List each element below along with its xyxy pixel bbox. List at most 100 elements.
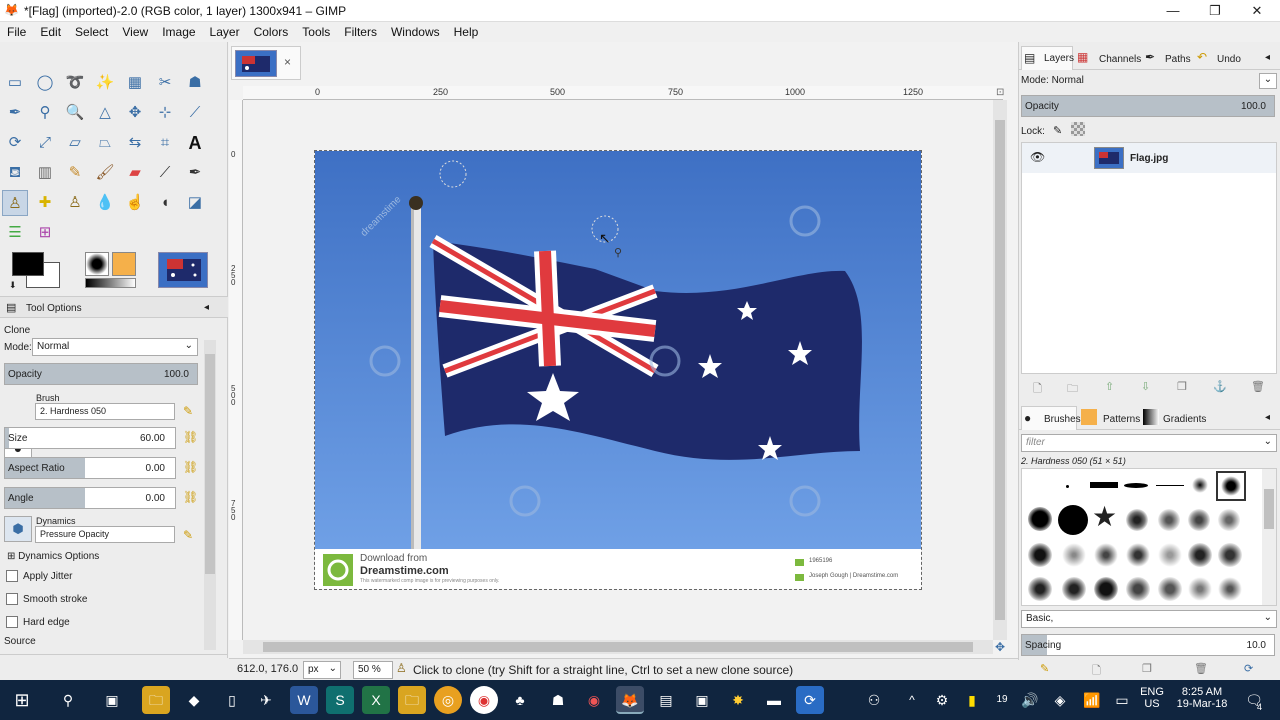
mode-select[interactable]: Normal ⌄ [32, 338, 198, 356]
lock-pixels-icon[interactable]: ✎ [1053, 124, 1062, 137]
menu-edit[interactable]: Edit [33, 22, 68, 39]
brush-item-selected[interactable] [1216, 471, 1246, 501]
scissors-icon[interactable]: ✂ [152, 70, 178, 96]
unified-transform-icon[interactable]: ◪ [182, 190, 208, 216]
opacity-slider[interactable]: Opacity 100.0 [4, 363, 198, 385]
tray-icon[interactable]: ▮ [958, 686, 986, 714]
brush-preset-select[interactable]: Basic, ⌄ [1021, 610, 1277, 628]
layer-name[interactable]: Flag.jpg [1130, 153, 1168, 164]
tool-options-scrollbar[interactable] [204, 340, 216, 650]
size-slider[interactable]: Size 60.00 [4, 427, 176, 449]
brush-item[interactable] [1062, 543, 1086, 567]
tab-channels[interactable]: ▦ Channels [1075, 46, 1141, 70]
brush-item[interactable] [1094, 543, 1118, 567]
mode-dropdown-icon[interactable]: ⌄ [1259, 73, 1277, 89]
tray-icon[interactable]: ⚙ [928, 686, 956, 714]
blend-icon[interactable]: ▥ [32, 160, 58, 186]
app-icon[interactable]: ◎ [434, 686, 462, 714]
minimize-button[interactable]: — [1150, 0, 1196, 22]
solitaire-icon[interactable]: ♣ [506, 686, 534, 714]
brush-grid-scrollbar[interactable] [1262, 469, 1276, 605]
new-brush-icon[interactable]: 🗋 [1092, 662, 1101, 681]
layer-opacity-slider[interactable]: Opacity 100.0 [1021, 95, 1275, 117]
spacing-slider[interactable]: Spacing 10.0 [1021, 634, 1275, 656]
menu-layer[interactable]: Layer [203, 22, 247, 39]
start-button[interactable]: ⊞ [8, 686, 36, 714]
ink-icon[interactable]: ✒ [182, 160, 208, 186]
brush-item[interactable] [1028, 577, 1052, 601]
gradient-preview[interactable] [85, 278, 136, 288]
refresh-brushes-icon[interactable]: ⟳ [1244, 662, 1253, 675]
heal-icon[interactable]: ✚ [32, 190, 58, 216]
excel-icon[interactable]: X [362, 686, 390, 714]
word-icon[interactable]: W [290, 686, 318, 714]
app-icon[interactable]: ✸ [724, 686, 752, 714]
dynamics-field[interactable]: Pressure Opacity [35, 526, 175, 543]
lock-alpha-icon[interactable] [1071, 122, 1085, 136]
new-layer-icon[interactable]: 🗋 [1033, 380, 1042, 399]
menu-view[interactable]: View [115, 22, 155, 39]
notifications-icon[interactable]: 🗨 [1240, 686, 1268, 714]
brush-item[interactable] [1058, 505, 1088, 535]
menu-windows[interactable]: Windows [384, 22, 447, 39]
move-icon[interactable]: ✥ [122, 100, 148, 126]
tab-brushes[interactable]: ● Brushes [1021, 406, 1081, 430]
perspective-icon[interactable]: ⏢ [92, 130, 118, 156]
edit-dynamics-icon[interactable]: ✎ [183, 528, 193, 542]
brush-item[interactable] [1218, 543, 1242, 567]
reset-size-icon[interactable]: ⛓ [183, 430, 198, 444]
brush-item[interactable] [1158, 577, 1182, 601]
dynamics-selector[interactable]: ⬢ [4, 516, 32, 542]
menu-colors[interactable]: Colors [247, 22, 296, 39]
wifi-icon[interactable]: 📶 [1078, 686, 1106, 714]
app-icon[interactable]: ◆ [180, 686, 208, 714]
dodge-burn-icon[interactable]: ◖ [152, 190, 178, 216]
smooth-stroke-checkbox[interactable] [6, 593, 18, 605]
brush-item[interactable] [1158, 509, 1180, 531]
skype-icon[interactable]: S [326, 686, 354, 714]
app-icon[interactable]: ☗ [544, 686, 572, 714]
show-hidden-icons[interactable]: ^ [898, 686, 926, 714]
image-canvas[interactable]: Download from Dreamstime.com This waterm… [314, 150, 922, 590]
brush-item[interactable] [1028, 543, 1052, 567]
chrome-icon[interactable]: ◉ [470, 686, 498, 714]
people-icon[interactable]: ⚇ [860, 686, 888, 714]
delete-layer-icon[interactable]: 🗑 [1251, 380, 1265, 393]
language-indicator[interactable]: ENG US [1138, 686, 1166, 710]
brush-item[interactable]: ★ [1092, 501, 1117, 533]
menu-image[interactable]: Image [155, 22, 202, 39]
dropbox-icon[interactable]: ◈ [1046, 686, 1074, 714]
hard-edge-checkbox[interactable] [6, 616, 18, 628]
anchor-layer-icon[interactable]: ⚓ [1213, 380, 1227, 393]
brush-item[interactable] [1126, 509, 1148, 531]
menu-tools[interactable]: Tools [295, 22, 337, 39]
active-image-thumbnail[interactable] [158, 252, 208, 288]
reset-aspect-icon[interactable]: ⛓ [183, 460, 198, 474]
app-icon[interactable]: ▣ [688, 686, 716, 714]
image-tab[interactable]: × [231, 46, 301, 80]
clone-icon[interactable]: ♙ [2, 190, 28, 216]
brush-item[interactable] [1192, 477, 1208, 493]
align-icon[interactable]: ⊹ [152, 100, 178, 126]
edit-brush-icon[interactable]: ✎ [183, 404, 193, 418]
phone-icon[interactable]: ▯ [218, 686, 246, 714]
maximize-button[interactable]: ❐ [1192, 0, 1238, 22]
fuzzy-select-icon[interactable]: ✨ [92, 70, 118, 96]
tab-paths[interactable]: ✒ Paths [1143, 46, 1195, 70]
search-icon[interactable]: ⚲ [54, 686, 82, 714]
shear-icon[interactable]: ▱ [62, 130, 88, 156]
rect-select-icon[interactable]: ▭ [2, 70, 28, 96]
brush-item[interactable] [1156, 485, 1184, 486]
app-icon[interactable]: ✈ [252, 686, 280, 714]
foreground-select-icon[interactable]: ☗ [182, 70, 208, 96]
brush-field[interactable]: 2. Hardness 050 [35, 403, 175, 420]
handle-transform-icon[interactable]: ⊞ [32, 220, 58, 246]
file-explorer-icon[interactable]: 🗀 [142, 686, 170, 714]
paths-icon[interactable]: ✒ [2, 100, 28, 126]
navigate-icon[interactable]: ✥ [995, 640, 1005, 654]
smudge-icon[interactable]: ☝ [122, 190, 148, 216]
free-select-icon[interactable]: ➰ [62, 70, 88, 96]
flip-icon[interactable]: ⇆ [122, 130, 148, 156]
battery-icon[interactable]: ▭ [1108, 686, 1136, 714]
brush-item[interactable] [1094, 577, 1118, 601]
